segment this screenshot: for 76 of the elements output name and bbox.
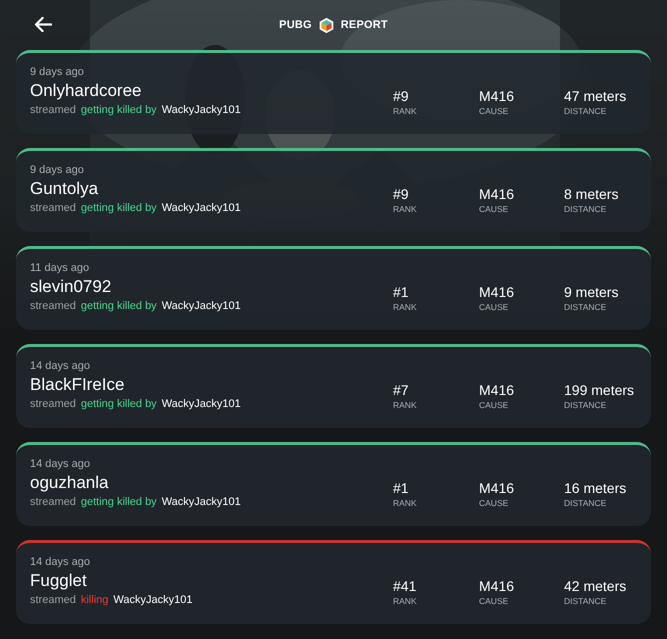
rank-label: RANK: [393, 596, 418, 606]
rank-value: #1: [393, 285, 410, 300]
event-card[interactable]: 11 days ago slevin0792 streamed getting killed by WackyJacky101 #1 RANK M416 CAUSE 9 meters DISTANCE: [16, 246, 651, 330]
distance-label: DISTANCE: [564, 106, 608, 116]
event-card[interactable]: 14 days ago Fugglet streamed killing WackyJacky101 #41 RANK M416 CAUSE 42 meters DISTANCE: [16, 540, 651, 624]
back-arrow-icon[interactable]: [35, 17, 52, 32]
distance-value: 199 meters: [564, 383, 636, 398]
event-prefix: streamed: [30, 202, 76, 214]
opponent-name: WackyJacky101: [162, 104, 241, 116]
opponent-name: WackyJacky101: [113, 594, 192, 606]
event-prefix: streamed: [30, 594, 76, 606]
cause-value: M416: [479, 383, 516, 398]
cause-label: CAUSE: [479, 106, 510, 116]
event-verb: getting killed by: [80, 202, 157, 214]
event-card[interactable]: 14 days ago oguzhanla streamed getting killed by WackyJacky101 #1 RANK M416 CAUSE 16 meters DISTANCE: [16, 442, 651, 526]
distance-label: DISTANCE: [564, 400, 608, 410]
event-verb: getting killed by: [80, 496, 157, 508]
cause-value: M416: [479, 89, 516, 104]
cause-value: M416: [479, 285, 516, 300]
event-prefix: streamed: [30, 496, 76, 508]
event-card[interactable]: 9 days ago Guntolya streamed getting killed by WackyJacky101 #9 RANK M416 CAUSE 8 meters DISTANCE: [16, 148, 651, 232]
player-name: Fugglet: [30, 571, 88, 591]
header-title: REPORT: [340, 19, 388, 31]
distance-value: 42 meters: [564, 579, 628, 594]
event-card[interactable]: 9 days ago Onlyhardcoree streamed getting killed by WackyJacky101 #9 RANK M416 CAUSE 47 meters DISTANCE: [16, 50, 651, 134]
rank-label: RANK: [393, 498, 418, 508]
opponent-name: WackyJacky101: [162, 398, 241, 410]
logo-icon: [318, 16, 335, 34]
event-prefix: streamed: [30, 300, 76, 312]
timestamp: 11 days ago: [30, 262, 90, 274]
rank-label: RANK: [393, 400, 418, 410]
player-name: Guntolya: [30, 179, 100, 199]
event-verb: getting killed by: [80, 398, 157, 410]
timestamp: 14 days ago: [30, 458, 91, 470]
rank-label: RANK: [393, 106, 418, 116]
timestamp: 14 days ago: [30, 360, 91, 372]
timestamp: 9 days ago: [30, 164, 85, 176]
distance-label: DISTANCE: [564, 498, 608, 508]
timestamp: 14 days ago: [30, 556, 91, 568]
distance-label: DISTANCE: [564, 302, 608, 312]
rank-label: RANK: [393, 204, 418, 214]
cause-label: CAUSE: [479, 498, 510, 508]
rank-value: #41: [393, 579, 418, 594]
header-title: PUBG: [279, 19, 312, 31]
event-card[interactable]: 14 days ago BlackFIreIce streamed getting killed by WackyJacky101 #7 RANK M416 CAUSE 199 meters DISTANCE: [16, 344, 651, 428]
rank-value: #7: [393, 383, 410, 398]
player-name: Onlyhardcoree: [30, 81, 143, 101]
opponent-name: WackyJacky101: [162, 300, 241, 312]
cause-label: CAUSE: [479, 400, 510, 410]
rank-value: #9: [393, 187, 410, 202]
distance-value: 9 meters: [564, 285, 620, 300]
event-prefix: streamed: [30, 104, 76, 116]
cause-value: M416: [479, 481, 516, 496]
cause-label: CAUSE: [479, 204, 510, 214]
event-prefix: streamed: [30, 398, 76, 410]
event-verb: getting killed by: [80, 300, 157, 312]
cause-label: CAUSE: [479, 596, 510, 606]
cause-label: CAUSE: [479, 302, 510, 312]
timestamp: 9 days ago: [30, 66, 85, 78]
distance-label: DISTANCE: [564, 596, 608, 606]
distance-value: 8 meters: [564, 187, 620, 202]
distance-label: DISTANCE: [564, 204, 608, 214]
rank-label: RANK: [393, 302, 418, 312]
player-name: oguzhanla: [30, 473, 110, 493]
event-verb: getting killed by: [80, 104, 157, 116]
player-name: BlackFIreIce: [30, 375, 126, 395]
opponent-name: WackyJacky101: [162, 202, 241, 214]
event-verb: killing: [80, 594, 108, 606]
cause-value: M416: [479, 187, 516, 202]
rank-value: #9: [393, 89, 410, 104]
distance-value: 47 meters: [564, 89, 628, 104]
player-name: slevin0792: [30, 277, 112, 297]
rank-value: #1: [393, 481, 410, 496]
opponent-name: WackyJacky101: [162, 496, 241, 508]
cause-value: M416: [479, 579, 516, 594]
distance-value: 16 meters: [564, 481, 628, 496]
